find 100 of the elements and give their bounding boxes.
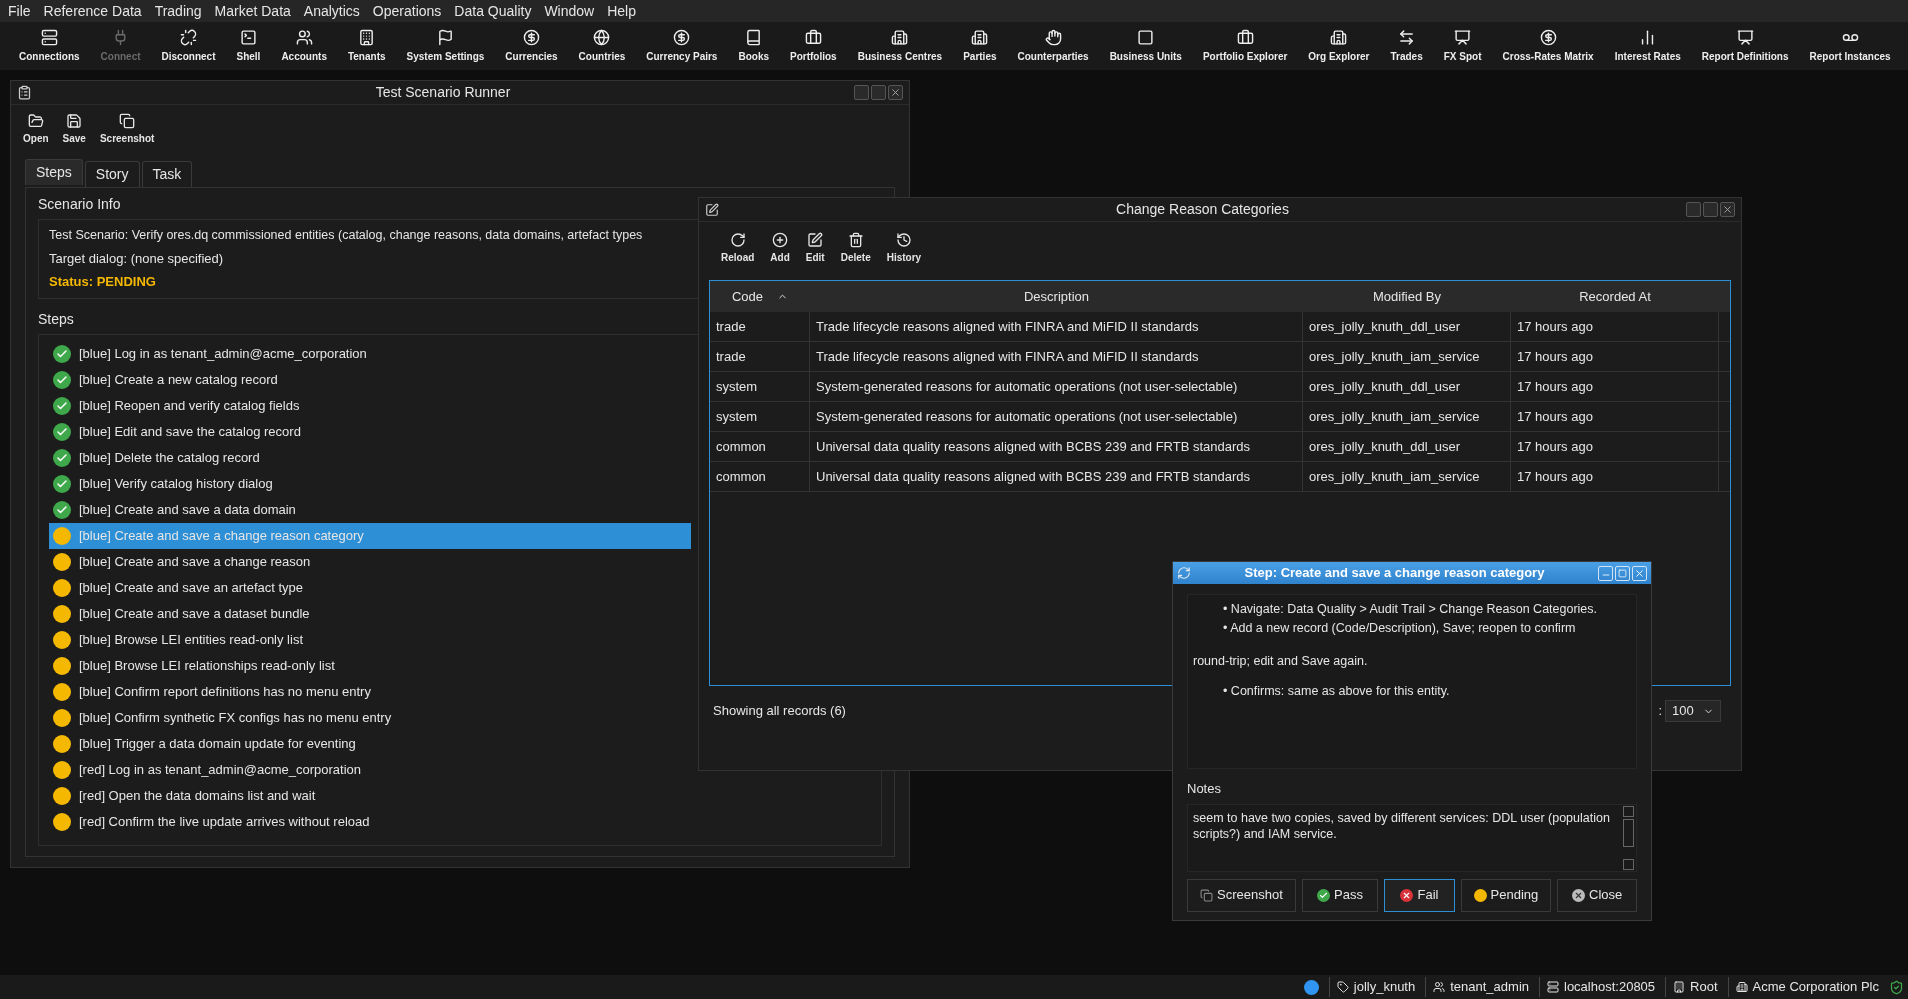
dollar-icon (523, 28, 540, 46)
table-cell: ores_jolly_knuth_ddl_user (1303, 312, 1511, 341)
toolbar-button[interactable]: Reload (719, 232, 757, 280)
column-header[interactable]: Description (810, 281, 1303, 312)
toolbar-button[interactable]: FX Spot (1438, 28, 1487, 64)
dialog-button[interactable]: Screenshot (1187, 878, 1296, 912)
toolbar-button[interactable]: Portfolio Explorer (1197, 28, 1293, 64)
step-item[interactable]: [red] Confirm the live update arrives without reload (49, 808, 691, 835)
building-icon (971, 28, 989, 46)
step-item[interactable]: [blue] Edit and save the catalog record (49, 418, 691, 445)
toolbar-button[interactable]: Save (62, 113, 86, 153)
step-item[interactable]: [blue] Log in as tenant_admin@acme_corporation (49, 340, 691, 367)
toolbar-button[interactable]: System Settings (401, 28, 490, 64)
step-item[interactable]: [red] Log in as tenant_admin@acme_corporation (49, 756, 691, 783)
minimize-button[interactable] (1686, 202, 1701, 217)
close-icon (1634, 567, 1645, 579)
scrollbar[interactable] (1622, 804, 1634, 871)
step-item[interactable]: [blue] Create and save an artefact type (49, 574, 691, 601)
step-item[interactable]: [blue] Verify catalog history dialog (49, 470, 691, 497)
record-count: Showing all records (6) (713, 702, 847, 721)
menu-item[interactable]: File (8, 0, 31, 22)
column-header[interactable]: Recorded At (1511, 281, 1719, 312)
menu-item[interactable]: Help (607, 0, 636, 22)
toolbar-button[interactable]: Shell (231, 28, 266, 64)
toolbar-button[interactable]: Screenshot (99, 113, 155, 153)
page-size-dropdown[interactable]: 100 (1665, 700, 1721, 722)
toolbar-button[interactable]: Disconnect (156, 28, 221, 64)
toolbar-button[interactable]: Open (23, 113, 49, 153)
tab[interactable]: Story (84, 161, 140, 187)
menu-item[interactable]: Market Data (214, 0, 291, 22)
instruction-text: round-trip; edit and Save again. (1193, 652, 1369, 670)
status-text: Root (1690, 978, 1718, 997)
presentation-icon (1454, 28, 1472, 46)
toolbar-button[interactable]: Currency Pairs (641, 28, 723, 64)
step-item[interactable]: [blue] Reopen and verify catalog fields (49, 392, 691, 419)
table-cell: System-generated reasons for automatic operations (not user-selectable) (810, 372, 1303, 401)
toolbar-button[interactable]: Add (768, 232, 792, 280)
toolbar-button[interactable]: Counterparties (1012, 28, 1094, 64)
toolbar-button[interactable]: Connections (14, 28, 85, 64)
toolbar-button[interactable]: Tenants (342, 28, 391, 64)
menu-item[interactable]: Operations (372, 0, 442, 22)
building-icon (1673, 981, 1686, 993)
menu-item[interactable]: Data Quality (454, 0, 532, 22)
toolbar-button[interactable]: Accounts (276, 28, 332, 64)
column-header[interactable]: Code (710, 281, 810, 312)
toolbar-button[interactable]: Business Units (1104, 28, 1187, 64)
step-item[interactable]: [blue] Confirm report definitions has no menu entry (49, 678, 691, 705)
toolbar-button[interactable]: Parties (958, 28, 1002, 64)
dialog-button[interactable]: Pending (1460, 878, 1552, 912)
menu-item[interactable]: Trading (154, 0, 202, 22)
dialog-button[interactable]: Close (1557, 878, 1637, 912)
column-header[interactable]: Modified By (1303, 281, 1511, 312)
book-icon (745, 28, 763, 46)
step-item[interactable]: [blue] Create a new catalog record (49, 366, 691, 393)
dialog-button[interactable]: Pass (1301, 878, 1379, 912)
step-item[interactable]: [blue] Create and save a data domain (49, 496, 691, 523)
step-item[interactable]: [red] Open the data domains list and wait (49, 782, 691, 809)
toolbar-button[interactable]: Interest Rates (1609, 28, 1686, 64)
close-button[interactable] (888, 85, 903, 100)
toolbar-button[interactable]: Countries (573, 28, 631, 64)
tag-icon (1336, 981, 1349, 993)
step-item[interactable]: [blue] Create and save a change reason (49, 548, 691, 575)
toolbar-button[interactable]: Org Explorer (1303, 28, 1375, 64)
toolbar-button[interactable]: Report Definitions (1696, 28, 1794, 64)
toolbar-button[interactable]: Currencies (500, 28, 563, 64)
table-cell: common (710, 432, 810, 461)
step-item[interactable]: [blue] Delete the catalog record (49, 444, 691, 471)
globe-icon (593, 28, 611, 46)
scenario-text: Test Scenario: Verify ores.dq commissioned entities (catalog, change reasons, data domains, artefact types (49, 227, 643, 244)
table-cell: system (710, 402, 810, 431)
hand-icon (1044, 28, 1062, 46)
table-cell: 17 hours ago (1511, 462, 1719, 491)
toolbar-button[interactable]: Delete (838, 232, 873, 280)
close-button[interactable] (1720, 202, 1735, 217)
toolbar-button[interactable]: Trades (1385, 28, 1428, 64)
toolbar-button[interactable]: Cross-Rates Matrix (1497, 28, 1599, 64)
minimize-button[interactable] (854, 85, 869, 100)
step-item[interactable]: [blue] Browse LEI relationships read-only list (49, 652, 691, 679)
step-item[interactable]: [blue] Browse LEI entities read-only list (49, 626, 691, 653)
toolbar-button[interactable]: Report Instances (1804, 28, 1896, 64)
step-item[interactable]: [blue] Trigger a data domain update for eventing (49, 730, 691, 757)
instruction-text: • Confirms: same as above for this entity. (1222, 683, 1451, 701)
reload-icon (729, 232, 746, 248)
toolbar-button[interactable]: Portfolios (785, 28, 842, 64)
table-cell: ores_jolly_knuth_iam_service (1303, 402, 1511, 431)
table-cell: trade (710, 312, 810, 341)
dialog-button[interactable]: Fail (1384, 878, 1455, 912)
notes-field[interactable]: seem to have two copies, saved by different services: DDL user (population scripts?) and IAM service. (1187, 803, 1637, 872)
step-item[interactable]: [blue] Confirm synthetic FX configs has no menu entry (49, 704, 691, 731)
toolbar-button[interactable]: History (884, 232, 924, 280)
toolbar-button[interactable]: Edit (803, 232, 827, 280)
menu-item[interactable]: Window (544, 0, 595, 22)
menu-item[interactable]: Reference Data (43, 0, 142, 22)
close-icon (890, 87, 901, 98)
step-item[interactable]: [blue] Create and save a dataset bundle (49, 600, 691, 627)
toolbar-button[interactable]: Business Centres (852, 28, 948, 64)
tab[interactable]: Steps (25, 159, 83, 185)
toolbar-button[interactable]: Books (733, 28, 774, 64)
menu-item[interactable]: Analytics (303, 0, 360, 22)
tab[interactable]: Task (141, 161, 193, 187)
